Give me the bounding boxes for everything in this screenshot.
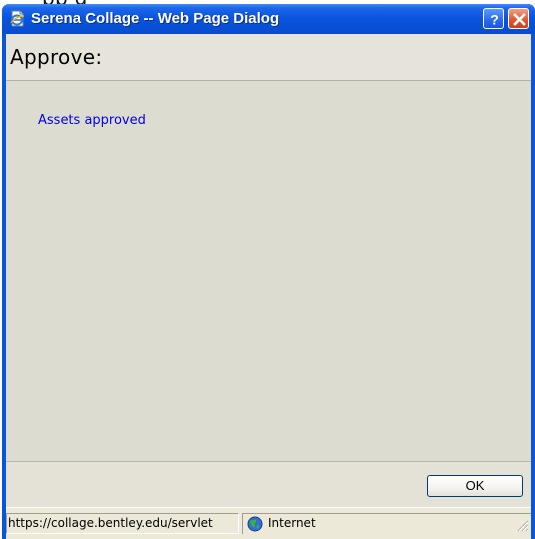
dialog-footer: OK xyxy=(6,461,531,507)
dialog-client-area: Approve: Assets approved OK https://coll… xyxy=(6,34,531,539)
close-icon xyxy=(513,13,526,26)
status-message: Assets approved xyxy=(38,113,146,128)
ok-button[interactable]: OK xyxy=(427,475,523,497)
screenshot-stage: pp g Serena Collage -- Web Page Dialog ? xyxy=(0,0,535,539)
globe-icon xyxy=(247,516,263,532)
zone-label: Internet xyxy=(268,516,316,530)
window-title: Serena Collage -- Web Page Dialog xyxy=(31,10,280,27)
title-bar[interactable]: Serena Collage -- Web Page Dialog ? xyxy=(2,4,535,34)
status-url: https://collage.bentley.edu/servlet xyxy=(6,513,239,534)
resize-grip-icon[interactable] xyxy=(515,518,529,532)
close-button[interactable] xyxy=(508,8,529,29)
dialog-header: Approve: xyxy=(6,34,531,81)
dialog-content: Assets approved xyxy=(6,81,531,461)
status-bar: https://collage.bentley.edu/servlet Inte… xyxy=(6,507,531,539)
help-button-label: ? xyxy=(490,12,499,28)
ie-page-icon xyxy=(10,10,25,27)
dialog-window: Serena Collage -- Web Page Dialog ? Appr… xyxy=(2,4,535,539)
status-zone: Internet xyxy=(242,513,531,534)
help-button[interactable]: ? xyxy=(483,8,504,29)
page-title: Approve: xyxy=(10,45,103,69)
help-icon: ? xyxy=(490,12,499,28)
